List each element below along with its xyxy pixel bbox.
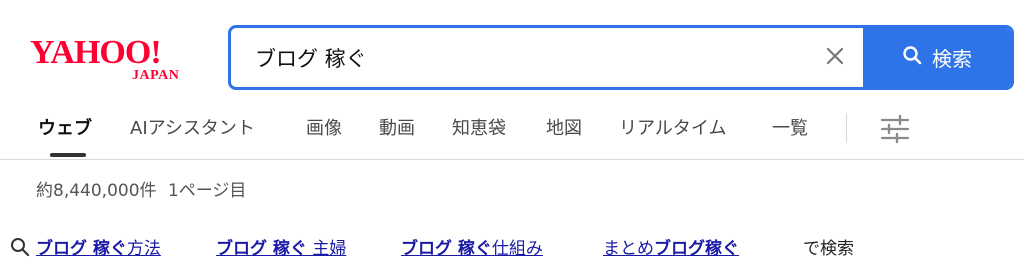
page-number-text: 1ページ目 [167,181,247,201]
tab-realtime[interactable]: リアルタイム [619,114,726,140]
search-button-label: 検索 [932,47,972,71]
svg-text:JAPAN: JAPAN [132,68,179,83]
tab-images[interactable]: 画像 [306,114,342,140]
search-input[interactable] [231,28,807,87]
tab-web[interactable]: ウェブ [38,114,92,140]
tab-map[interactable]: 地図 [546,114,582,140]
related-search-link[interactable]: まとめブログ稼ぐ [603,234,739,259]
search-type-tabs: ウェブ AIアシスタント 画像 動画 知恵袋 地図 リアルタイム 一覧 [0,108,1024,160]
clear-button[interactable] [807,28,863,87]
tab-list[interactable]: 一覧 [772,114,808,140]
tab-chiebukuro[interactable]: 知恵袋 [452,114,506,140]
active-tab-indicator [50,153,86,157]
related-search-link[interactable]: ブログ 稼ぐ仕組み [401,234,543,259]
tab-ai-assistant[interactable]: AIアシスタント [130,114,255,140]
search-button[interactable]: 検索 [863,28,1011,87]
tabs-divider [846,113,847,143]
yahoo-japan-logo[interactable]: YAHOO! JAPAN [30,33,206,83]
search-options-button[interactable] [878,114,912,144]
related-search-link[interactable]: ブログ 稼ぐ方法 [36,234,161,259]
svg-text:YAHOO!: YAHOO! [30,34,161,71]
search-icon [10,237,30,262]
search-icon [902,45,922,70]
related-search-link[interactable]: ブログ 稼ぐ 主婦 [216,234,346,259]
tab-videos[interactable]: 動画 [379,114,415,140]
result-count-text: 約8,440,000件 [36,181,157,201]
result-count: 約8,440,000件 1ページ目 [36,176,246,201]
related-search-suffix: で検索 [803,239,854,259]
close-icon [826,47,844,69]
search-bar: 検索 [228,25,1014,90]
sliders-icon [878,114,912,148]
